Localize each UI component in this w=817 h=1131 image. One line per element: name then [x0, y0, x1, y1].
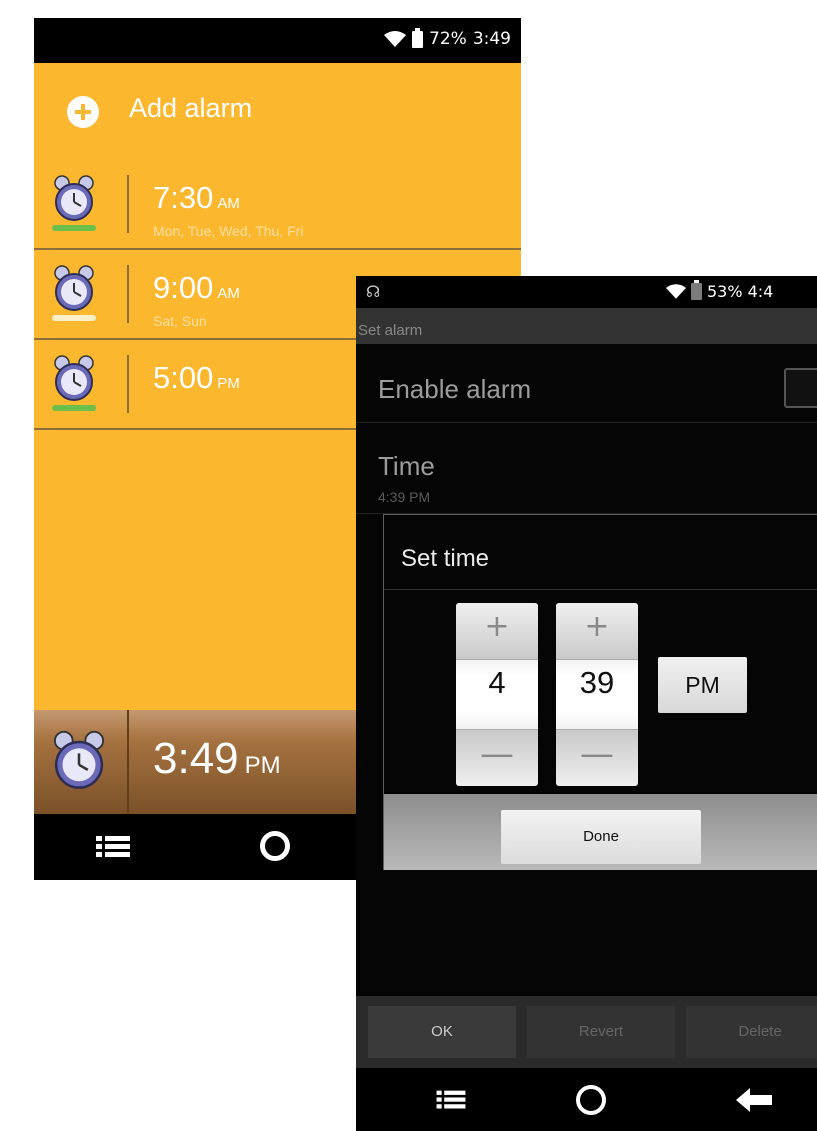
- battery-icon: [691, 280, 702, 300]
- wifi-icon: [666, 284, 686, 299]
- divider: [127, 355, 129, 413]
- home-icon[interactable]: [576, 1085, 606, 1115]
- enable-alarm-label: Enable alarm: [378, 374, 532, 404]
- alarm-time: 5:00 PM: [153, 360, 240, 396]
- ok-button[interactable]: OK: [368, 1006, 516, 1058]
- minute-increment-button[interactable]: +: [556, 603, 638, 660]
- time-label: Time: [378, 451, 435, 481]
- revert-button[interactable]: Revert: [527, 1006, 675, 1058]
- hour-increment-button[interactable]: +: [456, 603, 538, 660]
- alarm-toggle[interactable]: [48, 174, 100, 234]
- wifi-icon: [384, 31, 407, 47]
- set-time-dialog: Set time + 4 — + 39 — PM Done: [383, 514, 817, 870]
- alarm-ampm: AM: [217, 195, 240, 212]
- plus-icon: +: [584, 609, 610, 644]
- alarm-clock-icon: [53, 730, 105, 789]
- add-alarm-button[interactable]: Add alarm: [34, 63, 521, 160]
- alarm-toggle[interactable]: [48, 264, 100, 324]
- alarm-time-value: 5:00: [153, 360, 214, 395]
- done-button[interactable]: Done: [501, 810, 701, 864]
- current-time-value: 3:49: [153, 734, 239, 783]
- add-alarm-label: Add alarm: [129, 93, 253, 123]
- battery-percent: 72%: [429, 29, 467, 49]
- current-ampm: PM: [244, 752, 281, 779]
- time-row[interactable]: Time 4:39 PM: [356, 423, 817, 514]
- add-icon: [67, 96, 99, 128]
- action-bar: OK Revert Delete: [356, 996, 817, 1068]
- minus-icon: —: [480, 734, 514, 774]
- divider: [127, 710, 129, 814]
- status-time: 3:49: [472, 29, 511, 49]
- status-bar: 72% 3:49: [34, 18, 521, 63]
- home-icon[interactable]: [260, 831, 290, 861]
- back-arrow-icon[interactable]: [736, 1088, 772, 1112]
- alarm-disabled-indicator: [52, 315, 96, 321]
- divider: [384, 589, 817, 590]
- menu-list-icon[interactable]: [436, 1090, 466, 1110]
- status-bar: ☊ 53% 4:4: [356, 276, 817, 308]
- enable-alarm-row[interactable]: Enable alarm: [356, 344, 817, 423]
- alarm-clock-icon: [54, 265, 94, 311]
- nav-bar: [356, 1068, 817, 1131]
- menu-list-icon[interactable]: [96, 836, 130, 858]
- hour-picker[interactable]: + 4 —: [456, 603, 538, 786]
- alarm-clock-icon: [54, 175, 94, 221]
- alarm-ampm: PM: [217, 375, 240, 392]
- alarm-days: Sat, Sun: [153, 313, 207, 329]
- battery-percent: 53%: [707, 282, 743, 301]
- alarm-time-value: 7:30: [153, 180, 214, 215]
- notification-icon: ☊: [366, 282, 381, 301]
- minute-decrement-button[interactable]: —: [556, 729, 638, 786]
- plus-icon: +: [484, 609, 510, 644]
- alarm-settings-screen: ☊ 53% 4:4 Set alarm Enable alarm Time 4:…: [356, 276, 817, 1131]
- alarm-ampm: AM: [217, 285, 240, 302]
- alarm-enabled-indicator: [52, 405, 96, 411]
- minute-picker[interactable]: + 39 —: [556, 603, 638, 786]
- alarm-toggle[interactable]: [48, 354, 100, 414]
- alarm-time: 9:00 AM: [153, 270, 240, 306]
- status-time: 4:4: [747, 282, 774, 301]
- delete-button[interactable]: Delete: [686, 1006, 817, 1058]
- alarm-time-value: 9:00: [153, 270, 214, 305]
- dialog-title: Set time: [401, 545, 490, 572]
- alarm-clock-icon: [54, 355, 94, 401]
- alarm-time: 7:30 AM: [153, 180, 240, 216]
- hour-decrement-button[interactable]: —: [456, 729, 538, 786]
- screen-title-bar: Set alarm: [356, 308, 817, 344]
- minus-icon: —: [580, 734, 614, 774]
- alarm-days: Mon, Tue, Wed, Thu, Fri: [153, 223, 304, 239]
- screen-title: Set alarm: [358, 322, 423, 339]
- alarm-item[interactable]: 7:30 AM Mon, Tue, Wed, Thu, Fri: [34, 160, 521, 250]
- hour-value[interactable]: 4: [456, 665, 538, 701]
- minute-value[interactable]: 39: [556, 665, 638, 701]
- battery-icon: [412, 27, 424, 48]
- enable-alarm-checkbox[interactable]: [784, 368, 817, 408]
- current-time: 3:49 PM: [153, 734, 281, 784]
- time-value: 4:39 PM: [378, 489, 431, 505]
- dialog-footer: Done: [384, 794, 817, 870]
- ampm-toggle-button[interactable]: PM: [658, 657, 747, 713]
- divider: [127, 265, 129, 323]
- alarm-enabled-indicator: [52, 225, 96, 231]
- divider: [127, 175, 129, 233]
